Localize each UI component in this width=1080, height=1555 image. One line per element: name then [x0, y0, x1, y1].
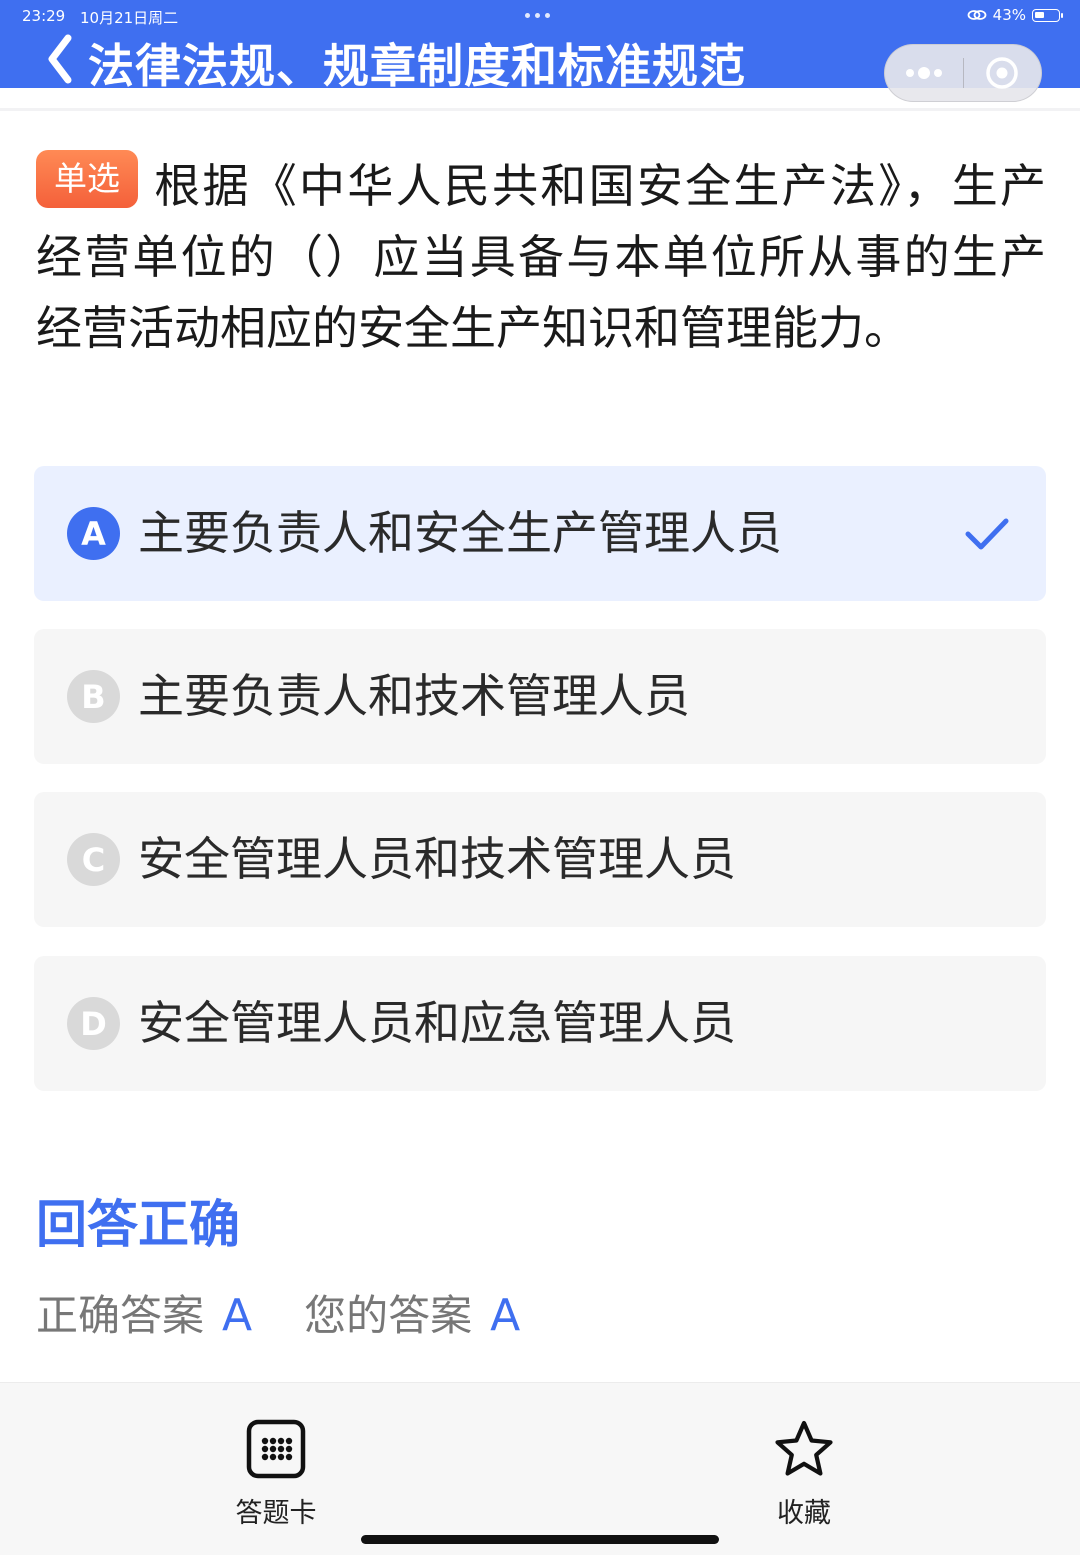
- option-a[interactable]: A 主要负责人和安全生产管理人员: [34, 466, 1046, 601]
- more-dots-icon: [906, 67, 942, 79]
- target-close-icon: [986, 57, 1019, 89]
- page-title: 法律法规、规章制度和标准规范: [88, 39, 746, 93]
- battery-icon: [1032, 8, 1063, 22]
- status-time: 23:29: [22, 7, 66, 25]
- correct-answer-label: 正确答案: [36, 1291, 205, 1340]
- checkmark-icon: [965, 518, 1009, 550]
- question-type-badge: 单选: [36, 150, 138, 208]
- status-date: 10月21日周二: [80, 9, 179, 27]
- option-b[interactable]: B 主要负责人和技术管理人员: [34, 629, 1046, 764]
- multitask-dots-icon[interactable]: [525, 8, 555, 22]
- chevron-left-icon: [48, 34, 72, 84]
- option-text: 主要负责人和技术管理人员: [138, 669, 690, 723]
- answer-card-label: 答题卡: [235, 1498, 317, 1529]
- option-text: 安全管理人员和应急管理人员: [138, 996, 736, 1050]
- battery-percent: 43%: [992, 6, 1026, 24]
- grid-icon: [246, 1419, 306, 1479]
- option-text: 安全管理人员和技术管理人员: [138, 832, 736, 886]
- bottom-bar: 答题卡 收藏: [0, 1382, 1080, 1555]
- close-button[interactable]: [964, 45, 1041, 101]
- wifi-link-icon: [967, 10, 987, 20]
- option-text: 主要负责人和安全生产管理人员: [138, 506, 782, 560]
- answer-card-button[interactable]: 答题卡: [216, 1419, 336, 1529]
- favorite-button[interactable]: 收藏: [744, 1419, 864, 1529]
- header-divider: [0, 108, 1080, 111]
- option-c[interactable]: C 安全管理人员和技术管理人员: [34, 792, 1046, 927]
- option-letter: B: [67, 670, 120, 723]
- more-button[interactable]: [885, 45, 963, 101]
- result-title: 回答正确: [36, 1196, 241, 1255]
- option-letter: D: [67, 997, 120, 1050]
- your-answer-value: A: [490, 1290, 521, 1341]
- option-letter: C: [67, 833, 120, 886]
- question-text: 根据《中华人民共和国安全生产法》，生产经营单位的（）应当具备与本单位所从事的生产…: [36, 159, 1046, 355]
- status-right: 43%: [967, 6, 1063, 24]
- mini-program-capsule: [884, 44, 1042, 102]
- answer-summary: 正确答案 A 您的答案 A: [36, 1282, 520, 1343]
- favorite-label: 收藏: [777, 1498, 831, 1529]
- back-button[interactable]: [42, 32, 82, 86]
- your-answer-label: 您的答案: [304, 1291, 473, 1340]
- question-stem: 单选 根据《中华人民共和国安全生产法》，生产经营单位的（）应当具备与本单位所从事的…: [36, 150, 1046, 364]
- top-bar: 23:29 10月21日周二 43% 法律法规、规章制度和标准规范: [0, 0, 1080, 102]
- option-d[interactable]: D 安全管理人员和应急管理人员: [34, 956, 1046, 1091]
- star-icon: [775, 1420, 833, 1476]
- option-letter: A: [67, 507, 120, 560]
- home-indicator[interactable]: [361, 1535, 719, 1544]
- correct-answer-value: A: [222, 1290, 253, 1341]
